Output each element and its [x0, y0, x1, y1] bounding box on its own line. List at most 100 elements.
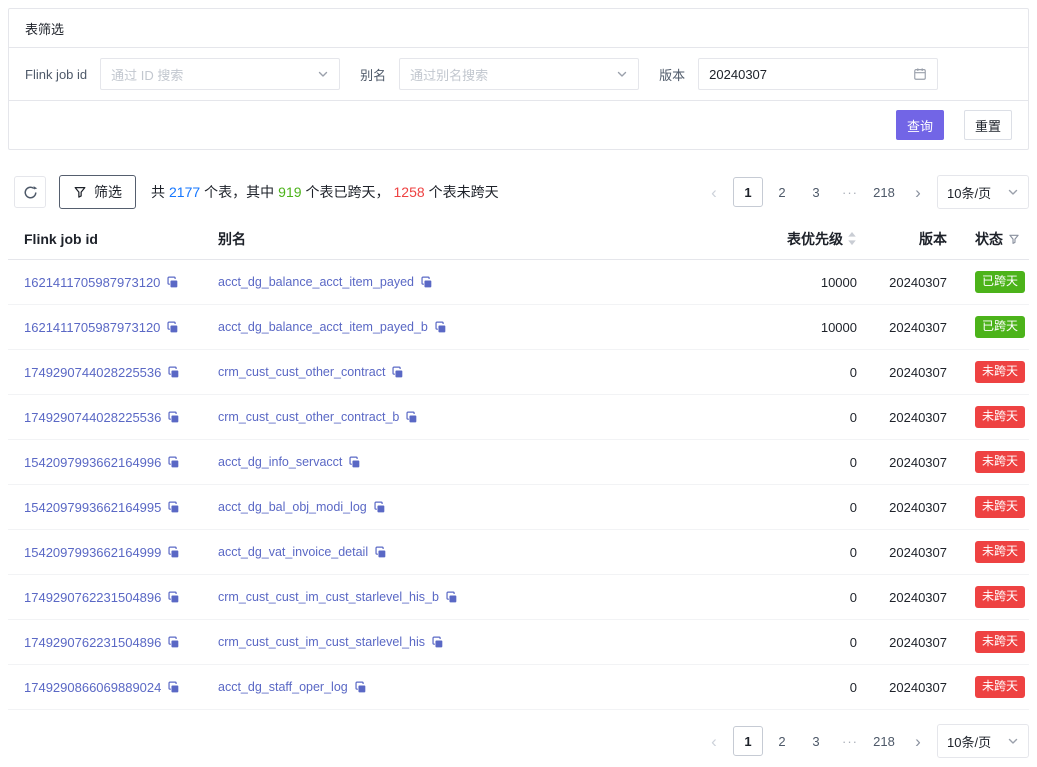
flink-job-id-select[interactable]: 通过 ID 搜索	[100, 58, 340, 90]
copy-icon[interactable]	[167, 501, 180, 514]
sort-icon[interactable]	[847, 231, 857, 246]
job-id-link[interactable]: 1749290744028225536	[24, 365, 161, 380]
copy-icon[interactable]	[166, 276, 179, 289]
alias-link[interactable]: crm_cust_cust_other_contract_b	[218, 410, 399, 424]
copy-icon[interactable]	[434, 321, 447, 334]
version-cell: 20240307	[865, 680, 975, 695]
page-size-select[interactable]: 10条/页	[937, 724, 1029, 758]
alias-link[interactable]: acct_dg_bal_obj_modi_log	[218, 500, 367, 514]
pagination-page-3[interactable]: 3	[801, 177, 831, 207]
chevron-down-icon	[1007, 186, 1019, 198]
job-id-link[interactable]: 1749290762231504896	[24, 635, 161, 650]
alias-link[interactable]: crm_cust_cust_im_cust_starlevel_his	[218, 635, 425, 649]
copy-icon[interactable]	[167, 681, 180, 694]
job-id-link[interactable]: 1749290866069889024	[24, 680, 161, 695]
status-badge: 已跨天	[975, 271, 1025, 293]
pagination-ellipsis[interactable]: ···	[835, 177, 865, 207]
job-id-link[interactable]: 1621411705987973120	[24, 275, 160, 290]
copy-icon[interactable]	[167, 546, 180, 559]
copy-icon[interactable]	[167, 591, 180, 604]
copy-icon[interactable]	[374, 546, 387, 559]
alias-link[interactable]: acct_dg_info_servacct	[218, 455, 342, 469]
alias-cell: acct_dg_bal_obj_modi_log	[218, 500, 695, 514]
status-badge: 未跨天	[975, 406, 1025, 428]
table-row: 1749290866069889024 acct_dg_staff_oper_l…	[8, 665, 1029, 710]
job-id-cell: 1621411705987973120	[8, 320, 218, 335]
copy-icon[interactable]	[420, 276, 433, 289]
pagination-next-button[interactable]: ›	[907, 177, 929, 207]
copy-icon[interactable]	[431, 636, 444, 649]
filter-icon[interactable]	[1008, 233, 1020, 245]
refresh-button[interactable]	[14, 176, 46, 208]
alias-cell: crm_cust_cust_other_contract	[218, 365, 695, 379]
table-row: 1749290762231504896 crm_cust_cust_im_cus…	[8, 575, 1029, 620]
chevron-down-icon	[616, 68, 628, 80]
pagination-page-218[interactable]: 218	[869, 726, 899, 756]
priority-cell: 0	[695, 680, 865, 695]
pagination-prev-button[interactable]: ‹	[703, 177, 725, 207]
version-field: 版本 20240307	[659, 58, 938, 90]
copy-icon[interactable]	[354, 681, 367, 694]
job-id-link[interactable]: 1621411705987973120	[24, 320, 160, 335]
version-cell: 20240307	[865, 545, 975, 560]
alias-link[interactable]: crm_cust_cust_im_cust_starlevel_his_b	[218, 590, 439, 604]
pagination-page-1[interactable]: 1	[733, 726, 763, 756]
copy-icon[interactable]	[166, 321, 179, 334]
filter-form: Flink job id 通过 ID 搜索 别名 通过别名搜索 版本 20240…	[9, 48, 1028, 101]
column-header-priority-label: 表优先级	[787, 229, 843, 249]
reset-button[interactable]: 重置	[964, 110, 1012, 140]
copy-icon[interactable]	[391, 366, 404, 379]
status-cell: 未跨天	[975, 586, 1029, 608]
copy-icon[interactable]	[167, 636, 180, 649]
alias-link[interactable]: acct_dg_balance_acct_item_payed_b	[218, 320, 428, 334]
job-id-link[interactable]: 1749290744028225536	[24, 410, 161, 425]
filter-toggle-button[interactable]: 筛选	[59, 175, 136, 209]
alias-link[interactable]: acct_dg_vat_invoice_detail	[218, 545, 368, 559]
version-cell: 20240307	[865, 365, 975, 380]
pagination-prev-button[interactable]: ‹	[703, 726, 725, 756]
pagination-page-218[interactable]: 218	[869, 177, 899, 207]
pagination-ellipsis[interactable]: ···	[835, 726, 865, 756]
copy-icon[interactable]	[167, 366, 180, 379]
search-button[interactable]: 查询	[896, 110, 944, 140]
pagination-page-3[interactable]: 3	[801, 726, 831, 756]
summary-part: 共	[151, 184, 165, 200]
chevron-down-icon	[1007, 735, 1019, 747]
pagination-page-1[interactable]: 1	[733, 177, 763, 207]
priority-cell: 0	[695, 545, 865, 560]
alias-link[interactable]: crm_cust_cust_other_contract	[218, 365, 385, 379]
job-id-cell: 1749290762231504896	[8, 590, 218, 605]
flink-job-id-label: Flink job id	[25, 67, 87, 82]
copy-icon[interactable]	[445, 591, 458, 604]
column-header-status-label: 状态	[975, 229, 1003, 249]
status-badge: 未跨天	[975, 631, 1025, 653]
column-header-status[interactable]: 状态	[975, 229, 1029, 249]
pagination-page-2[interactable]: 2	[767, 177, 797, 207]
copy-icon[interactable]	[373, 501, 386, 514]
version-date-input[interactable]: 20240307	[698, 58, 938, 90]
pagination-pages: 123···218	[733, 177, 899, 207]
page-size-value: 10条/页	[947, 183, 991, 202]
status-badge: 未跨天	[975, 361, 1025, 383]
filter-toggle-label: 筛选	[94, 182, 122, 202]
job-id-cell: 1542097993662164996	[8, 455, 218, 470]
page-size-value: 10条/页	[947, 732, 991, 751]
job-id-link[interactable]: 1542097993662164999	[24, 545, 161, 560]
version-cell: 20240307	[865, 500, 975, 515]
pagination-page-2[interactable]: 2	[767, 726, 797, 756]
job-id-link[interactable]: 1542097993662164995	[24, 500, 161, 515]
job-id-link[interactable]: 1542097993662164996	[24, 455, 161, 470]
alias-link[interactable]: acct_dg_staff_oper_log	[218, 680, 348, 694]
column-header-priority[interactable]: 表优先级	[695, 229, 865, 249]
pagination-next-button[interactable]: ›	[907, 726, 929, 756]
copy-icon[interactable]	[405, 411, 418, 424]
version-cell: 20240307	[865, 275, 975, 290]
copy-icon[interactable]	[348, 456, 361, 469]
page-size-select[interactable]: 10条/页	[937, 175, 1029, 209]
alias-select[interactable]: 通过别名搜索	[399, 58, 639, 90]
alias-link[interactable]: acct_dg_balance_acct_item_payed	[218, 275, 414, 289]
copy-icon[interactable]	[167, 411, 180, 424]
column-header-version: 版本	[865, 229, 975, 249]
job-id-link[interactable]: 1749290762231504896	[24, 590, 161, 605]
copy-icon[interactable]	[167, 456, 180, 469]
